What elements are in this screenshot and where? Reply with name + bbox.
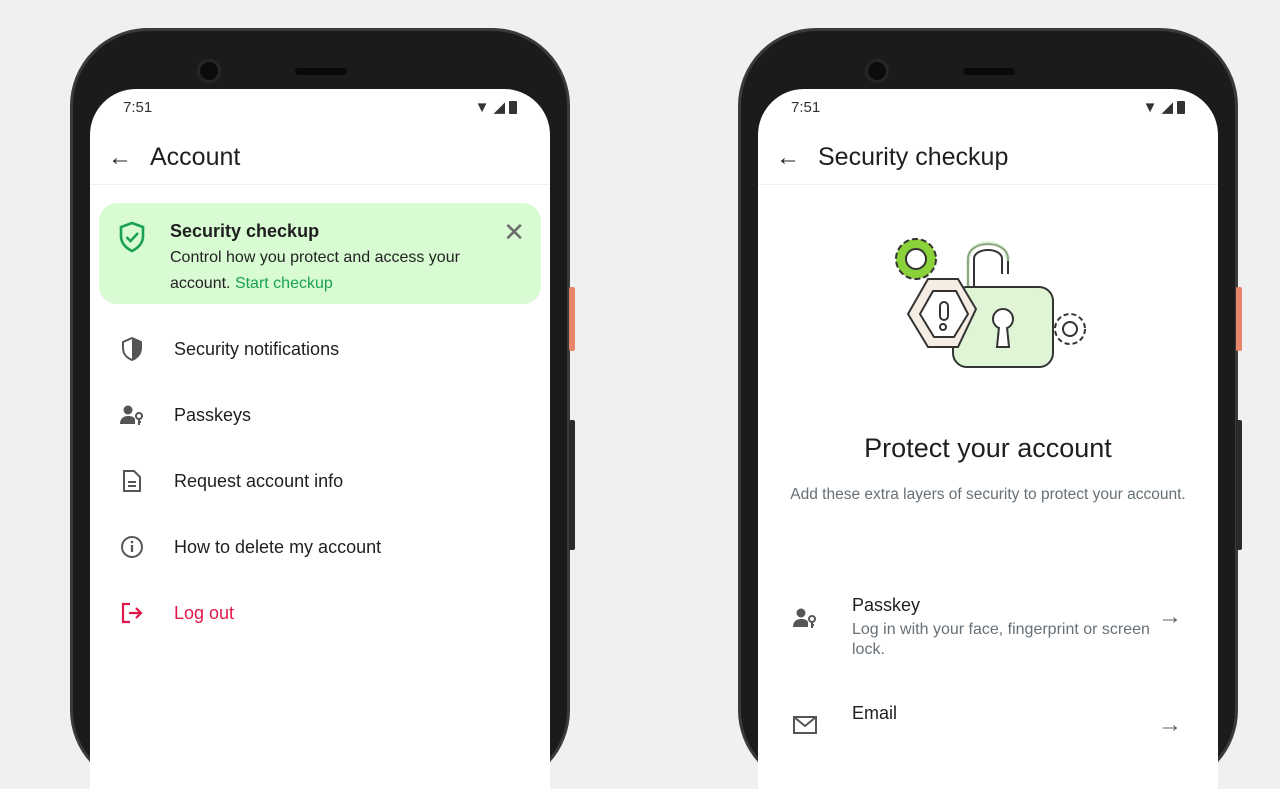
option-title: Email: [852, 703, 898, 723]
volume-button: [1236, 420, 1242, 550]
mail-icon: [793, 716, 817, 734]
back-arrow-icon[interactable]: ←: [758, 144, 818, 172]
info-icon: [121, 536, 143, 558]
battery-icon: [1177, 100, 1185, 114]
menu-item-label: Security notifications: [174, 338, 340, 359]
subtitle: Add these extra layers of security to pr…: [790, 486, 1186, 503]
option-title: Passkey: [852, 595, 921, 615]
start-checkup-link[interactable]: Start checkup: [235, 275, 333, 292]
menu-item-delete-account[interactable]: How to delete my account: [90, 517, 550, 577]
shield-half-icon: [122, 337, 142, 361]
page-title: Account: [150, 143, 241, 171]
option-email[interactable]: Email →: [758, 703, 1218, 739]
app-bar: ← Account: [90, 131, 550, 185]
power-button: [569, 287, 575, 351]
speaker: [963, 68, 1015, 75]
front-camera: [197, 59, 221, 83]
menu-item-label: Log out: [174, 602, 235, 623]
signal-icon: ◢: [1161, 99, 1173, 116]
page-title: Security checkup: [818, 143, 1009, 171]
back-arrow-icon[interactable]: ←: [90, 144, 150, 172]
app-bar: ← Security checkup: [758, 131, 1218, 185]
person-key-icon: [120, 405, 143, 425]
menu-item-log-out[interactable]: Log out: [90, 583, 550, 643]
speaker: [295, 68, 347, 75]
card-title: Security checkup: [170, 221, 320, 241]
security-checkup-screen: 7:51 ▼ ◢ ← Security checkup Protect your …: [758, 89, 1218, 789]
heading: Protect your account: [864, 433, 1112, 463]
signal-icon: ◢: [493, 99, 505, 116]
menu-item-request-account-info[interactable]: Request account info: [90, 451, 550, 511]
security-checkup-card[interactable]: Security checkup Control how you protect…: [99, 203, 541, 304]
status-bar: 7:51 ▼ ◢: [123, 97, 517, 117]
document-icon: [123, 470, 141, 492]
logout-icon: [121, 602, 143, 624]
wifi-icon: ▼: [1142, 98, 1158, 116]
menu-item-label: Request account info: [174, 470, 344, 491]
close-icon[interactable]: ✕: [503, 217, 525, 248]
shield-check-icon: [119, 221, 145, 253]
security-illustration-icon: [895, 238, 1086, 368]
status-time: 7:51: [791, 98, 821, 116]
phone-right: 7:51 ▼ ◢ ← Security checkup Protect your …: [738, 28, 1238, 789]
battery-icon: [509, 100, 517, 114]
wifi-icon: ▼: [474, 98, 490, 116]
option-passkey[interactable]: Passkey Log in with your face, fingerprin…: [758, 595, 1218, 660]
menu-item-passkeys[interactable]: Passkeys: [90, 385, 550, 445]
menu-item-security-notifications[interactable]: Security notifications: [90, 319, 550, 379]
arrow-right-icon[interactable]: →: [1158, 595, 1218, 660]
person-key-icon: [793, 608, 816, 628]
menu-item-label: Passkeys: [174, 404, 252, 425]
menu-item-label: How to delete my account: [174, 536, 382, 557]
card-body: Control how you protect and access your …: [170, 245, 510, 297]
option-desc: Log in with your face, fingerprint or sc…: [852, 621, 1150, 658]
account-screen: 7:51 ▼ ◢ ← Account Security checkup Contr…: [90, 89, 550, 789]
power-button: [1236, 287, 1242, 351]
front-camera: [865, 59, 889, 83]
status-time: 7:51: [123, 98, 153, 116]
phone-left: 7:51 ▼ ◢ ← Account Security checkup Contr…: [70, 28, 570, 789]
volume-button: [569, 420, 575, 550]
status-bar: 7:51 ▼ ◢: [791, 97, 1185, 117]
arrow-right-icon[interactable]: →: [1158, 703, 1218, 739]
